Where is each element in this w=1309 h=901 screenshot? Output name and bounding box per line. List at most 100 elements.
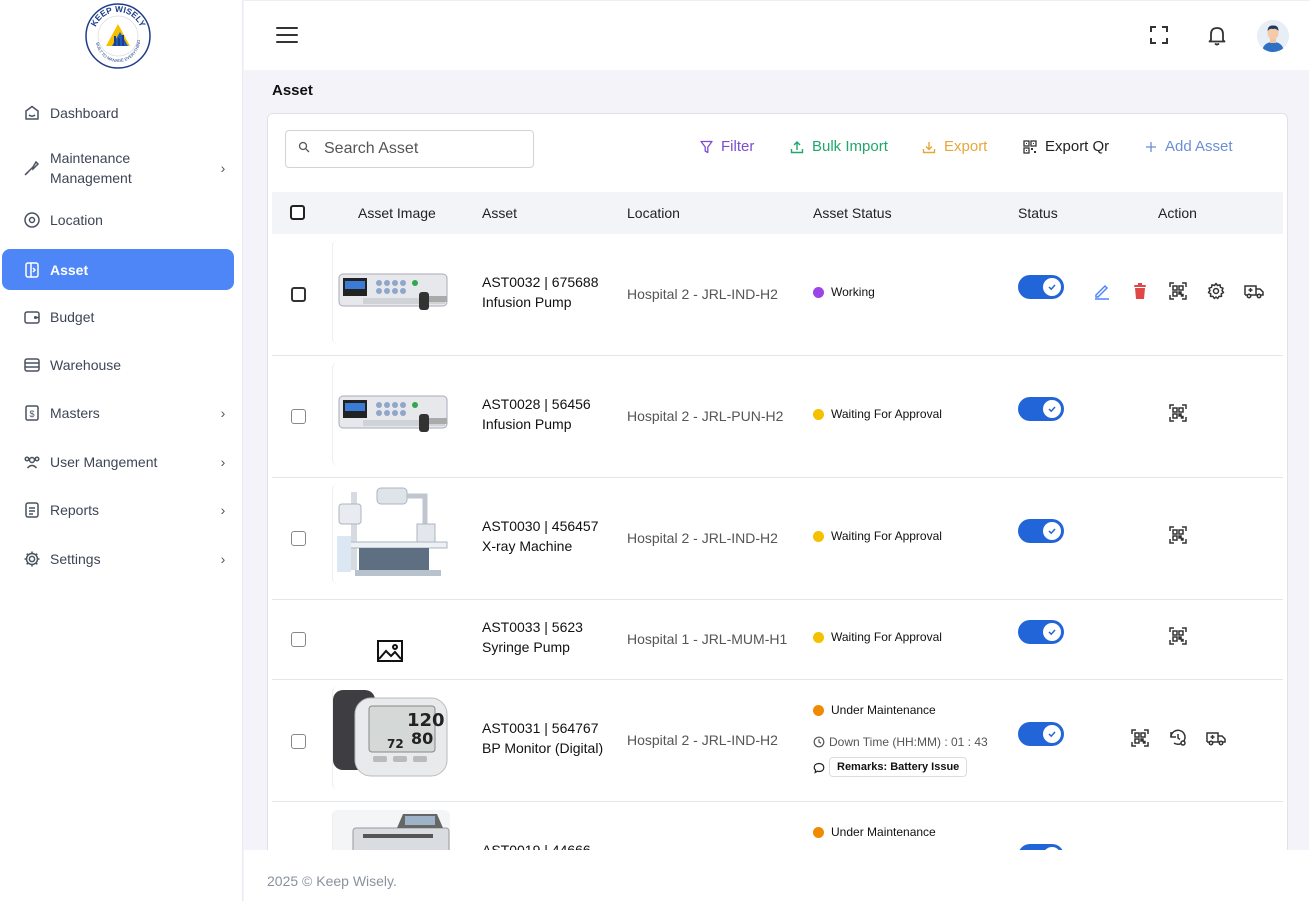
svg-text:80: 80 xyxy=(411,729,433,748)
asset-name: Infusion Pump xyxy=(482,416,572,432)
export-qr-label: Export Qr xyxy=(1045,138,1110,155)
asset-image-infusion-pump xyxy=(332,362,450,466)
delete-icon[interactable] xyxy=(1129,280,1151,302)
check-icon xyxy=(1043,522,1061,540)
status-toggle[interactable] xyxy=(1018,397,1064,421)
menu-icon[interactable] xyxy=(276,25,298,45)
status-badge: Waiting For Approval xyxy=(813,529,942,543)
sidebar-item-warehouse[interactable]: Warehouse xyxy=(2,350,234,380)
sidebar-item-budget[interactable]: Budget xyxy=(2,302,234,332)
row-checkbox[interactable] xyxy=(291,409,306,424)
top-header xyxy=(244,0,1309,70)
upload-icon xyxy=(790,140,804,154)
add-asset-button[interactable]: Add Asset xyxy=(1145,138,1233,155)
asset-image-xray xyxy=(332,484,450,584)
sidebar-item-settings[interactable]: Settings › xyxy=(2,544,234,574)
warehouse-icon xyxy=(22,355,42,375)
plus-icon xyxy=(1145,141,1157,153)
ambulance-icon[interactable] xyxy=(1205,727,1227,749)
fullscreen-icon[interactable] xyxy=(1147,23,1171,47)
qr-icon[interactable] xyxy=(1129,727,1151,749)
table-row: AST0028 | 56456 Infusion Pump Hospital 2… xyxy=(272,356,1283,478)
status-toggle[interactable] xyxy=(1018,620,1064,644)
status-dot xyxy=(813,704,824,716)
chevron-right-icon: › xyxy=(220,454,226,470)
qr-icon[interactable] xyxy=(1167,402,1189,424)
sidebar-item-label: Asset xyxy=(50,261,89,278)
export-button[interactable]: Export xyxy=(922,138,987,155)
search-input[interactable] xyxy=(324,140,524,158)
status-toggle[interactable] xyxy=(1018,275,1064,299)
status-badge: Under Maintenance xyxy=(813,825,936,839)
select-all-checkbox[interactable] xyxy=(290,205,305,220)
check-icon xyxy=(1043,278,1061,296)
export-qr-button[interactable]: Export Qr xyxy=(1023,138,1109,155)
row-checkbox[interactable] xyxy=(291,632,306,647)
row-checkbox[interactable] xyxy=(291,734,306,749)
asset-name: Syringe Pump xyxy=(482,639,570,655)
chevron-right-icon: › xyxy=(220,405,226,421)
chevron-right-icon: › xyxy=(220,160,226,176)
gear-icon xyxy=(22,549,42,569)
status-badge: Under Maintenance xyxy=(813,703,936,717)
sidebar-item-reports[interactable]: Reports › xyxy=(2,495,234,525)
search-box xyxy=(285,130,534,168)
remarks-badge: Remarks: Battery Issue xyxy=(829,757,968,777)
history-settings-icon[interactable] xyxy=(1167,727,1189,749)
bell-icon[interactable] xyxy=(1205,23,1229,47)
edit-icon[interactable] xyxy=(1091,280,1113,302)
page-title: Asset xyxy=(272,82,313,99)
asset-location: Hospital 2 - JRL-IND-H2 xyxy=(627,732,778,748)
asset-location: Hospital 2 - JRL-IND-H2 xyxy=(627,530,778,546)
add-asset-label: Add Asset xyxy=(1165,138,1233,155)
sidebar-item-label: Location xyxy=(50,212,103,228)
gear-icon[interactable] xyxy=(1205,280,1227,302)
status-text: Under Maintenance xyxy=(831,825,936,839)
table-row: AST0030 | 456457 X-ray Machine Hospital … xyxy=(272,478,1283,600)
row-checkbox[interactable] xyxy=(291,531,306,546)
status-text: Waiting For Approval xyxy=(831,407,942,421)
status-toggle[interactable] xyxy=(1018,722,1064,746)
qr-icon xyxy=(1023,139,1037,154)
asset-image-bp-monitor: 120 80 72 xyxy=(332,686,450,790)
svg-text:72: 72 xyxy=(387,737,404,751)
table-row: AST0033 | 5623 Syringe Pump Hospital 1 -… xyxy=(272,600,1283,680)
sidebar-item-dashboard[interactable]: Dashboard xyxy=(2,98,234,128)
sidebar: KEEP WISELY BUILT TO MANAGE EVERYTHING D… xyxy=(0,0,243,901)
status-text: Waiting For Approval xyxy=(831,630,942,644)
asset-code: AST0031 | 564767 xyxy=(482,720,599,736)
sidebar-item-label: Reports xyxy=(50,502,100,518)
avatar[interactable] xyxy=(1257,20,1289,52)
sidebar-item-asset[interactable]: Asset xyxy=(2,249,234,290)
filter-button[interactable]: Filter xyxy=(700,138,754,155)
table-header: Asset Image Asset Location Asset Status … xyxy=(272,192,1283,234)
bulk-import-button[interactable]: Bulk Import xyxy=(790,138,888,155)
qr-icon[interactable] xyxy=(1167,524,1189,546)
row-checkbox[interactable] xyxy=(291,287,306,302)
sidebar-item-maintenance[interactable]: Maintenance Management › xyxy=(2,146,234,190)
qr-icon[interactable] xyxy=(1167,625,1189,647)
status-toggle[interactable] xyxy=(1018,519,1064,543)
dashboard-icon xyxy=(22,103,42,123)
status-badge: Working xyxy=(813,285,875,299)
clock-icon xyxy=(813,736,825,748)
qr-icon[interactable] xyxy=(1167,280,1189,302)
masters-icon: $ xyxy=(22,403,42,423)
asset-location: Hospital 2 - JRL-PUN-H2 xyxy=(627,408,784,424)
wallet-icon xyxy=(22,307,42,327)
sidebar-item-location[interactable]: Location xyxy=(2,205,234,235)
th-location: Location xyxy=(627,205,680,221)
asset-code: AST0033 | 5623 xyxy=(482,619,583,635)
status-badge: Waiting For Approval xyxy=(813,630,942,644)
downtime: Down Time (HH:MM) : 01 : 43 xyxy=(813,735,988,749)
sidebar-item-label: Warehouse xyxy=(50,357,122,373)
status-text: Working xyxy=(831,285,875,299)
ambulance-icon[interactable] xyxy=(1243,280,1265,302)
brand-logo[interactable]: KEEP WISELY BUILT TO MANAGE EVERYTHING xyxy=(84,2,152,70)
sidebar-item-user-management[interactable]: User Mangement › xyxy=(2,447,234,477)
sidebar-item-masters[interactable]: $ Masters › xyxy=(2,398,234,428)
check-icon xyxy=(1043,725,1061,743)
sidebar-item-label: Maintenance Management xyxy=(50,150,132,186)
th-status: Status xyxy=(1018,205,1058,221)
footer: 2025 © Keep Wisely. xyxy=(244,850,1309,901)
